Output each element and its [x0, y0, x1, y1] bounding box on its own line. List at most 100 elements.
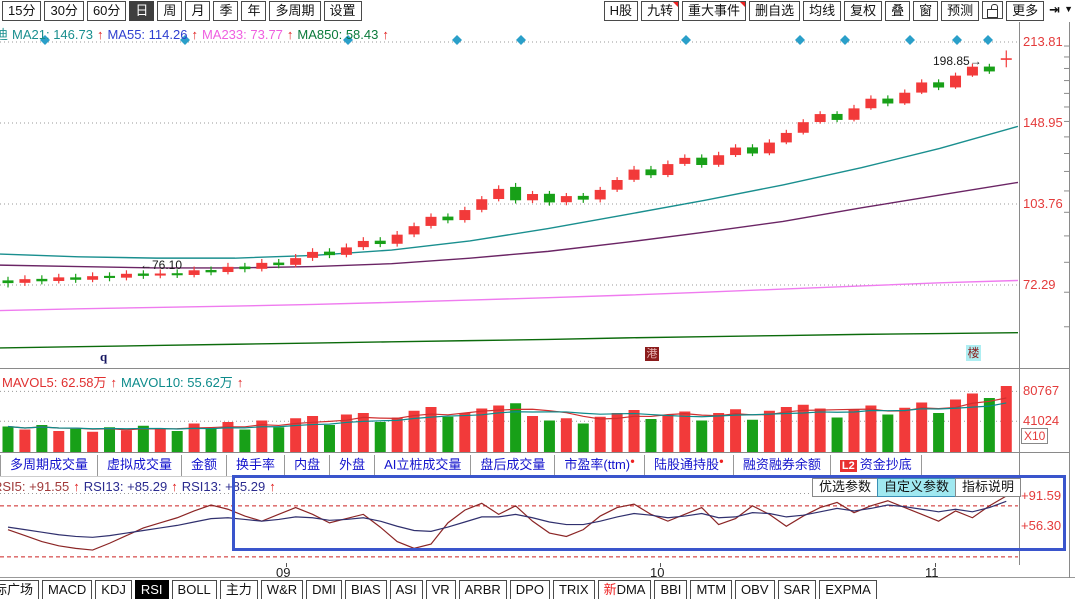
stock-trading-app: 15分30分60分日周月季年多周期设置 H股九转重大事件删自选均线复权叠窗预测 更…: [0, 0, 1075, 599]
up-arrow-icon: ↑: [382, 27, 389, 42]
volume-axis-label: 41024: [1023, 413, 1059, 428]
rsi-axis-label: +56.30: [1021, 518, 1061, 533]
ma-label-MA850: MA850: 58.43: [297, 27, 378, 42]
candles: [3, 50, 1012, 287]
toolbar-button-窗[interactable]: 窗: [913, 1, 938, 21]
period-tab-group: 15分30分60分日周月季年多周期设置: [0, 0, 365, 21]
toolbar-button-重大事件[interactable]: 重大事件: [682, 1, 746, 21]
ma-lines: [0, 126, 1018, 348]
up-arrow-icon: ↑: [237, 375, 244, 390]
new-prefix: 新: [604, 582, 617, 597]
new-dot-badge: ●: [630, 457, 635, 466]
chart-canvas[interactable]: [0, 0, 1075, 599]
bottom-tab-标广场[interactable]: 标广场: [0, 580, 39, 599]
event-marker-港[interactable]: 港: [645, 347, 659, 361]
bottom-tab-新DMA[interactable]: 新DMA: [598, 580, 652, 599]
collapse-panel-icon[interactable]: ⇥: [1047, 1, 1062, 19]
bottom-tab-BOLL[interactable]: BOLL: [172, 580, 217, 599]
bottom-tab-主力[interactable]: 主力: [220, 580, 258, 599]
toolbar-button-更多[interactable]: 更多: [1006, 1, 1044, 21]
bottom-tab-DPO[interactable]: DPO: [510, 580, 550, 599]
indicator-tab-AI立桩成交量[interactable]: AI立桩成交量: [375, 455, 471, 476]
price-axis-label: 103.76: [1023, 196, 1063, 211]
volume-unit-badge: X10: [1021, 428, 1048, 444]
rsi-axis-label: +91.59: [1021, 488, 1061, 503]
toolbar-right-group: H股九转重大事件删自选均线复权叠窗预测 更多⇥▼: [602, 0, 1075, 21]
up-arrow-icon: ↑: [191, 27, 198, 42]
indicator-tab-虚拟成交量[interactable]: 虚拟成交量: [98, 455, 182, 476]
toolbar-button-H股[interactable]: H股: [604, 1, 638, 21]
period-tab-多周期[interactable]: 多周期: [269, 1, 320, 21]
bottom-tab-MACD[interactable]: MACD: [42, 580, 92, 599]
indicator-tab-盘后成交量[interactable]: 盘后成交量: [471, 455, 555, 476]
indicator-tab-市盈率(ttm)[interactable]: 市盈率(ttm)●: [555, 455, 645, 476]
bottom-tab-ASI[interactable]: ASI: [390, 580, 423, 599]
last-price-annotation: 198.85→: [933, 54, 982, 68]
period-tab-15分[interactable]: 15分: [2, 1, 41, 21]
bottom-tab-BBI[interactable]: BBI: [654, 580, 687, 599]
bottom-tab-KDJ[interactable]: KDJ: [95, 580, 132, 599]
unlock-icon: [987, 9, 998, 18]
period-tab-月[interactable]: 月: [185, 1, 210, 21]
toolbar-button-删自选[interactable]: 删自选: [749, 1, 800, 21]
bottom-tab-ARBR[interactable]: ARBR: [459, 580, 507, 599]
param-button-指标说明[interactable]: 指标说明: [955, 478, 1021, 497]
indicator-tab-内盘[interactable]: 内盘: [285, 455, 330, 476]
indicator-tab-换手率[interactable]: 换手率: [227, 455, 285, 476]
new-dot-badge: ●: [719, 457, 724, 466]
up-arrow-icon: ↑: [73, 479, 80, 494]
rsi-label-row: RSI5: +91.55↑RSI13: +85.29↑RSI13: +85.29…: [0, 479, 280, 494]
bottom-tab-MTM[interactable]: MTM: [690, 580, 732, 599]
x-axis-tick: [286, 563, 287, 567]
bottom-tab-W&R[interactable]: W&R: [261, 580, 303, 599]
ma-label-MA55: MA55: 114.26: [107, 27, 187, 42]
low-price-annotation: ←76.10: [140, 258, 182, 272]
bottom-tab-VR[interactable]: VR: [426, 580, 456, 599]
param-button-自定义参数[interactable]: 自定义参数: [877, 478, 956, 497]
toolbar-button-叠[interactable]: 叠: [885, 1, 910, 21]
bottom-tab-BIAS[interactable]: BIAS: [345, 580, 387, 599]
param-button-优选参数[interactable]: 优选参数: [812, 478, 878, 497]
period-tab-60分[interactable]: 60分: [87, 1, 126, 21]
chevron-down-icon[interactable]: ▼: [1062, 1, 1075, 19]
bottom-indicator-tab-bar: 标广场MACDKDJRSIBOLL主力W&RDMIBIASASIVRARBRDP…: [0, 578, 1075, 599]
indicator-tab-金额[interactable]: 金额: [182, 455, 227, 476]
price-axis-label: 213.81: [1023, 34, 1063, 49]
l2-badge: L2: [840, 460, 857, 472]
event-marker-楼[interactable]: 楼: [966, 345, 981, 361]
price-axis-label: 72.29: [1023, 277, 1056, 292]
up-arrow-icon: ↑: [171, 479, 178, 494]
up-arrow-icon: ↑: [111, 375, 118, 390]
toolbar-button-九转[interactable]: 九转: [641, 1, 679, 21]
period-tab-年[interactable]: 年: [241, 1, 266, 21]
up-arrow-icon: ↑: [97, 27, 104, 42]
last-price-value: 198.85: [933, 54, 970, 68]
period-tab-30分[interactable]: 30分: [44, 1, 83, 21]
bottom-tab-TRIX[interactable]: TRIX: [553, 580, 595, 599]
period-tab-设置[interactable]: 设置: [324, 1, 362, 21]
period-tab-周[interactable]: 周: [157, 1, 182, 21]
bottom-tab-SAR[interactable]: SAR: [778, 580, 817, 599]
indicator-tab-bar: 多周期成交量虚拟成交量金额换手率内盘外盘AI立桩成交量盘后成交量市盈率(ttm)…: [0, 455, 1019, 477]
lock-button[interactable]: [982, 1, 1003, 19]
panel-frames: [0, 0, 1075, 599]
event-marker-q[interactable]: q: [100, 349, 107, 365]
indicator-tab-外盘[interactable]: 外盘: [330, 455, 375, 476]
rsi-lines: [0, 496, 1018, 557]
period-tab-日[interactable]: 日: [129, 1, 154, 21]
bottom-tab-DMI[interactable]: DMI: [306, 580, 342, 599]
toolbar-button-复权[interactable]: 复权: [844, 1, 882, 21]
ma-label-MA21: MA21: 146.73: [12, 27, 93, 42]
indicator-tab-陆股通持股[interactable]: 陆股通持股●: [645, 455, 734, 476]
indicator-tab-融资融券余额[interactable]: 融资融券余额: [734, 455, 831, 476]
indicator-tab-资金抄底[interactable]: L2资金抄底: [831, 455, 922, 476]
bottom-tab-RSI[interactable]: RSI: [135, 580, 169, 599]
rsi-value-label-2: RSI13: +85.29: [182, 479, 265, 494]
bottom-tab-OBV[interactable]: OBV: [735, 580, 774, 599]
indicator-tab-多周期成交量[interactable]: 多周期成交量: [0, 455, 98, 476]
period-tab-季[interactable]: 季: [213, 1, 238, 21]
price-axis-label: 148.95: [1023, 115, 1063, 130]
toolbar-button-均线[interactable]: 均线: [803, 1, 841, 21]
toolbar-button-预测[interactable]: 预测: [941, 1, 979, 21]
bottom-tab-EXPMA[interactable]: EXPMA: [819, 580, 877, 599]
